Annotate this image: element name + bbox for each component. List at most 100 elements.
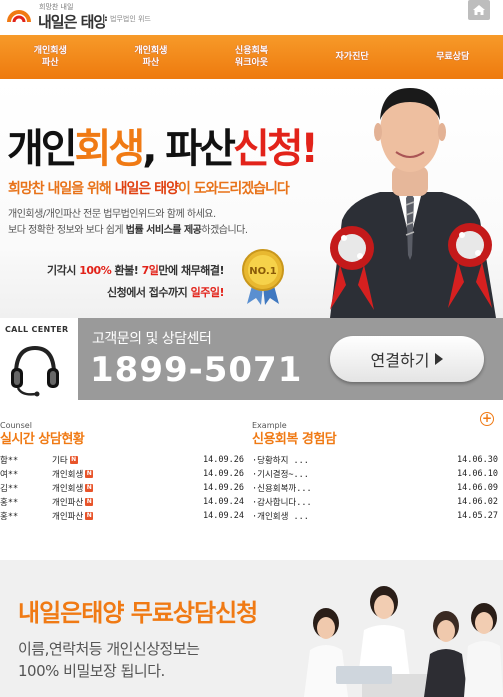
example-post-date: 14.05.27	[457, 511, 498, 521]
hero-desc-part: 하겠습니다.	[201, 225, 248, 236]
hero-promo: 기각시 100% 환불! 7일만에 채무해결! 신청에서 접수까지 일주일!	[28, 260, 224, 304]
call-center-title: 고객문의 및 상담센터	[92, 331, 212, 347]
promo-line: 신청에서 접수까지 일주일!	[28, 282, 225, 304]
promo-part: 환불!	[111, 264, 142, 277]
counsel-list: 함** 기타 N 14.09.26 여** 개인회생 N 14.09.26 김** …	[0, 453, 246, 523]
headset-icon	[11, 345, 59, 397]
nav-item-credit-recovery[interactable]: 신용회복 워크아웃	[201, 35, 302, 79]
promo-part: 신청에서 접수까지	[106, 286, 191, 299]
example-row[interactable]: ·당황하지 ... 14.06.30	[252, 453, 498, 467]
counsel-type-cell: 개인회생 N	[52, 482, 148, 494]
counsel-row[interactable]: 홍** 개인파산 N 14.09.24	[0, 509, 246, 523]
promo-highlight: 7일	[141, 264, 159, 277]
promo-line: 기각시 100% 환불! 7일만에 채무해결!	[28, 260, 224, 282]
new-icon: N	[85, 512, 94, 520]
lawyer-portrait	[330, 88, 496, 318]
example-post-title: ·기시결정~...	[252, 470, 309, 480]
promo-highlight: 일주일!	[190, 286, 225, 299]
free-consult-title: 내일은태양 무료상담신청	[18, 599, 258, 627]
example-post-title: ·개인회생 ...	[252, 512, 309, 522]
counsel-row[interactable]: 함** 기타 N 14.09.26	[0, 453, 246, 467]
example-post-title: ·당황하지 ...	[252, 456, 309, 466]
hero-title: 개인회생, 파산신청!	[7, 116, 319, 174]
counsel-date: 14.09.26	[203, 469, 244, 479]
counsel-name: 함**	[0, 456, 19, 466]
counsel-row[interactable]: 김** 개인회생 N 14.09.26	[0, 481, 246, 495]
new-icon: N	[85, 484, 94, 492]
logo-title[interactable]: 내일은 태양	[38, 11, 107, 32]
hero-subtitle-brand: 내일은 태양	[114, 181, 179, 197]
counsel-name: 김**	[0, 484, 19, 494]
counsel-board: Counsel 실시간 상담현황 함** 기타 N 14.09.26 여** 개인…	[0, 405, 246, 523]
counsel-type-cell: 개인회생 N	[52, 468, 148, 480]
badge-label: NO.1	[249, 266, 276, 277]
example-post-title: ·감사합니다...	[252, 498, 312, 508]
header: 희망찬 내일 내일은 태양 법무법인 위드	[0, 0, 503, 34]
connect-call-button[interactable]: 연결하기	[330, 336, 484, 382]
nav-item-free-consult[interactable]: 무료상담	[402, 35, 503, 79]
more-plus-button[interactable]: +	[480, 412, 494, 426]
hero-desc-line: 보다 정확한 정보와 보다 쉽게 법률 서비스를 제공하겠습니다.	[8, 223, 248, 239]
promo-part: 기각시	[47, 264, 80, 277]
nav-item-rehab-bankruptcy[interactable]: 개인회생 파산	[0, 35, 101, 79]
free-consult-banner[interactable]: 내일은태양 무료상담신청 이름,연락처등 개인신상정보는 100% 비밀보장 됩…	[0, 560, 503, 697]
boards-section: Counsel 실시간 상담현황 함** 기타 N 14.09.26 여** 개인…	[0, 405, 503, 555]
example-row[interactable]: ·신용회복까... 14.06.09	[252, 481, 498, 495]
counsel-type: 개인파산	[52, 498, 84, 508]
hero-desc-bold: 법률 서비스를 제공	[125, 225, 202, 236]
counsel-type-cell: 개인파산 N	[52, 496, 148, 508]
no1-medal-icon: NO.1	[242, 249, 284, 305]
hero-title-highlight-red: 신청!	[232, 126, 319, 172]
call-center-label-area: CALL CENTER	[0, 318, 78, 400]
hero-desc-part: 보다 정확한 정보와 보다 쉽게	[8, 225, 126, 236]
hero-subtitle-part: 이 도와드리겠습니다	[177, 181, 290, 197]
counsel-type: 개인회생	[52, 470, 84, 480]
counsel-caption: Counsel	[0, 421, 32, 430]
example-board: Example 신용회복 경험담 ·당황하지 ... 14.06.30 ·기시결…	[252, 405, 498, 523]
counsel-title[interactable]: 실시간 상담현황	[0, 431, 246, 449]
main-nav: 개인회생 파산 개인회생 파산 신용회복 워크아웃 자가진단 무료상담	[0, 35, 503, 79]
free-consult-desc-line: 이름,연락처등 개인신상정보는	[18, 640, 200, 658]
counsel-date: 14.09.24	[203, 497, 244, 507]
counsel-row[interactable]: 여** 개인회생 N 14.09.26	[0, 467, 246, 481]
counsel-row[interactable]: 홍** 개인파산 N 14.09.24	[0, 495, 246, 509]
counsel-type: 개인파산	[52, 512, 84, 522]
free-consult-description: 이름,연락처등 개인신상정보는 100% 비밀보장 됩니다.	[18, 638, 200, 682]
home-icon	[473, 5, 485, 15]
hero-banner: 개인회생, 파산신청! 희망찬 내일을 위해 내일은 태양이 도와드리겠습니다 …	[0, 80, 503, 318]
hero-title-highlight: 회생	[74, 126, 146, 172]
hero-desc-line: 개인회생/개인파산 전문 법무법인위드와 함께 하세요.	[8, 209, 216, 220]
counsel-type-cell: 개인파산 N	[52, 510, 148, 522]
home-button[interactable]	[468, 0, 490, 20]
hero-description: 개인회생/개인파산 전문 법무법인위드와 함께 하세요. 보다 정확한 정보와 …	[8, 207, 248, 239]
hero-title-part: , 파산	[142, 126, 236, 172]
new-icon: N	[69, 456, 78, 464]
counsel-date: 14.09.24	[203, 511, 244, 521]
nav-item-self-diagnosis[interactable]: 자가진단	[302, 35, 403, 79]
connect-button-label: 연결하기	[370, 351, 430, 370]
example-post-date: 14.06.10	[457, 469, 498, 479]
example-row[interactable]: ·감사합니다... 14.06.02	[252, 495, 498, 509]
play-arrow-icon	[435, 353, 444, 365]
logo-firm-name: 법무법인 위드	[104, 14, 151, 24]
promo-part: 만에 채무해결!	[158, 264, 224, 277]
promo-highlight: 100%	[79, 264, 112, 277]
hero-title-part: 개인	[7, 126, 78, 172]
example-row[interactable]: ·개인회생 ... 14.05.27	[252, 509, 498, 523]
example-title[interactable]: 신용회복 경험담	[252, 431, 498, 449]
counsel-date: 14.09.26	[203, 483, 244, 493]
hero-subtitle: 희망찬 내일을 위해 내일은 태양이 도와드리겠습니다	[8, 178, 290, 198]
counsel-name: 홍**	[0, 498, 19, 508]
nav-item-rehab-bankruptcy-2[interactable]: 개인회생 파산	[101, 35, 202, 79]
example-post-date: 14.06.09	[457, 483, 498, 493]
free-consult-desc-line: 100% 비밀보장 됩니다.	[18, 662, 165, 680]
call-center-info: 고객문의 및 상담센터 1899-5071 연결하기	[78, 318, 503, 400]
call-center-phone[interactable]: 1899-5071	[90, 350, 302, 390]
new-icon: N	[85, 470, 94, 478]
example-post-title: ·신용회복까...	[252, 484, 312, 494]
example-row[interactable]: ·기시결정~... 14.06.10	[252, 467, 498, 481]
example-list: ·당황하지 ... 14.06.30 ·기시결정~... 14.06.10 ·신…	[252, 453, 498, 523]
counsel-type: 개인회생	[52, 484, 84, 494]
counsel-type: 기타	[52, 456, 68, 466]
example-post-date: 14.06.02	[457, 497, 498, 507]
